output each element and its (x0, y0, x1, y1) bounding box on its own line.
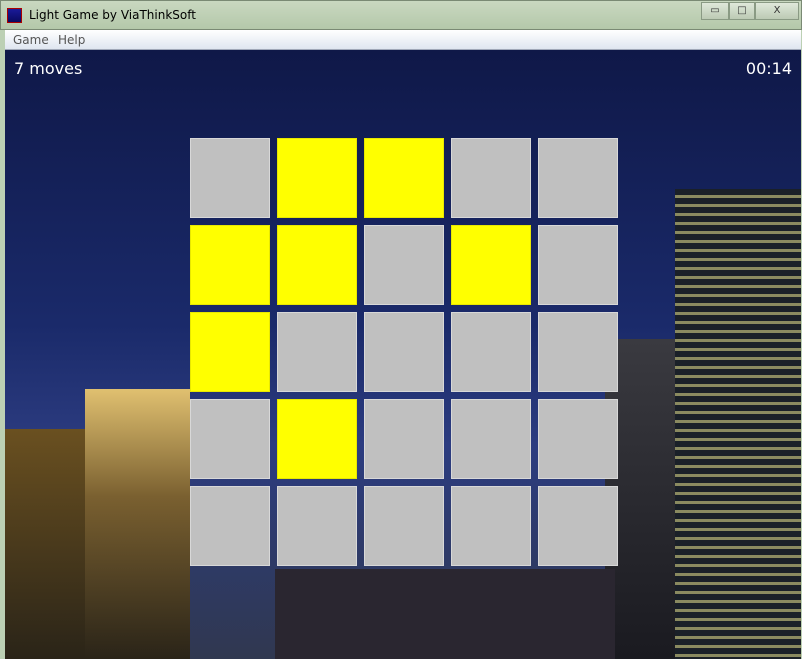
light-grid (190, 138, 618, 566)
app-icon (7, 8, 22, 23)
light-cell-2-2[interactable] (364, 312, 444, 392)
menu-bar: Game Help (5, 30, 801, 50)
title-bar: Light Game by ViaThinkSoft ▭ □ X (0, 0, 802, 30)
window-title: Light Game by ViaThinkSoft (29, 8, 196, 22)
light-cell-2-0[interactable] (190, 312, 270, 392)
light-cell-1-4[interactable] (538, 225, 618, 305)
light-cell-3-3[interactable] (451, 399, 531, 479)
moves-counter: 7 moves (14, 59, 83, 78)
light-cell-4-1[interactable] (277, 486, 357, 566)
light-cell-4-4[interactable] (538, 486, 618, 566)
timer: 00:14 (745, 59, 792, 78)
maximize-button[interactable]: □ (729, 2, 755, 20)
light-cell-4-2[interactable] (364, 486, 444, 566)
light-cell-4-3[interactable] (451, 486, 531, 566)
light-cell-1-3[interactable] (451, 225, 531, 305)
light-cell-4-0[interactable] (190, 486, 270, 566)
minimize-button[interactable]: ▭ (701, 2, 729, 20)
light-cell-1-2[interactable] (364, 225, 444, 305)
light-cell-0-3[interactable] (451, 138, 531, 218)
light-cell-1-0[interactable] (190, 225, 270, 305)
light-cell-3-4[interactable] (538, 399, 618, 479)
light-cell-0-2[interactable] (364, 138, 444, 218)
game-area: 7 moves 00:14 (5, 50, 801, 659)
light-cell-0-4[interactable] (538, 138, 618, 218)
light-cell-2-4[interactable] (538, 312, 618, 392)
light-cell-2-1[interactable] (277, 312, 357, 392)
light-cell-1-1[interactable] (277, 225, 357, 305)
menu-game[interactable]: Game (13, 33, 49, 47)
menu-help[interactable]: Help (58, 33, 85, 47)
background-building (85, 389, 190, 659)
background-building (675, 189, 801, 659)
light-cell-3-0[interactable] (190, 399, 270, 479)
light-cell-3-2[interactable] (364, 399, 444, 479)
background-building (275, 569, 615, 659)
light-cell-2-3[interactable] (451, 312, 531, 392)
light-cell-0-0[interactable] (190, 138, 270, 218)
close-button[interactable]: X (755, 2, 799, 20)
light-cell-3-1[interactable] (277, 399, 357, 479)
light-cell-0-1[interactable] (277, 138, 357, 218)
